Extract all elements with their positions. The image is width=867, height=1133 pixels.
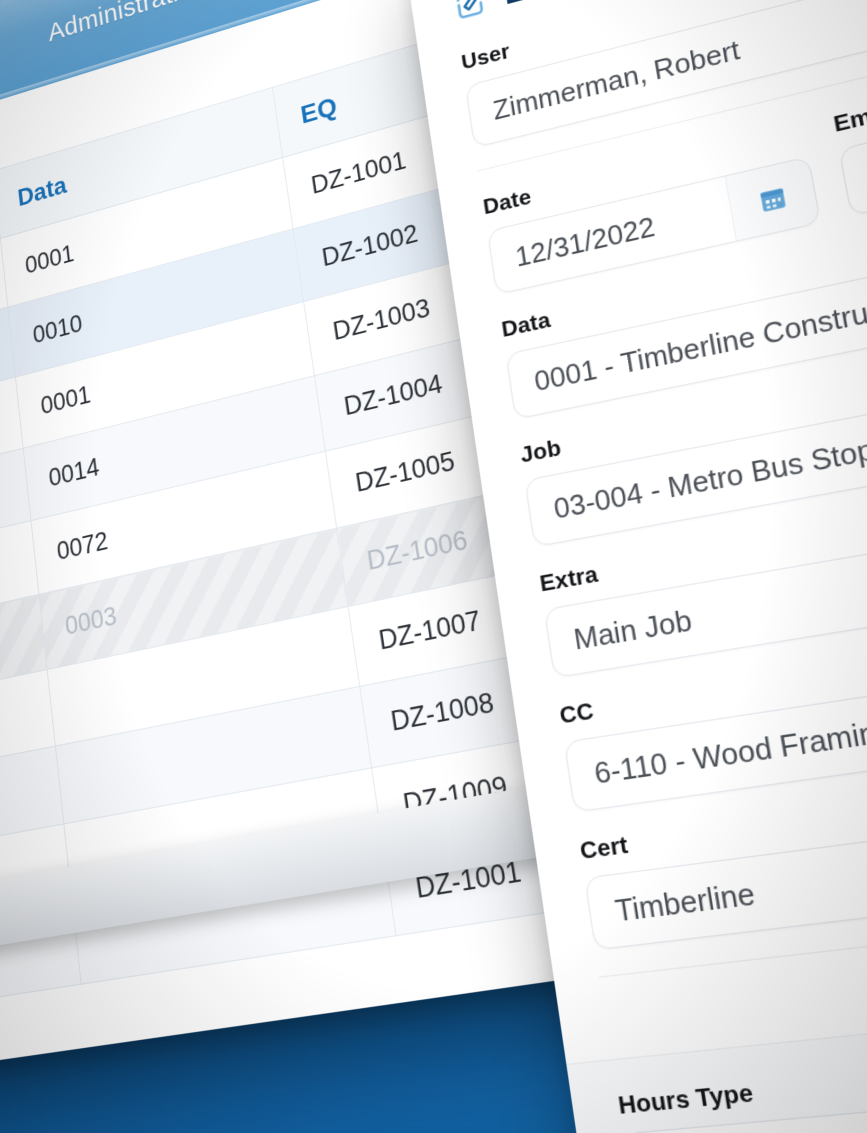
nav-item-administration[interactable]: Administration: [47, 0, 208, 48]
screenshot-scene: Ledger Administration Data EQ in 0001 DZ…: [0, 0, 867, 1133]
employee-input[interactable]: 134 - B: [838, 65, 867, 217]
edit-square-pencil-icon: [451, 0, 490, 25]
calendar-icon[interactable]: [724, 157, 820, 241]
